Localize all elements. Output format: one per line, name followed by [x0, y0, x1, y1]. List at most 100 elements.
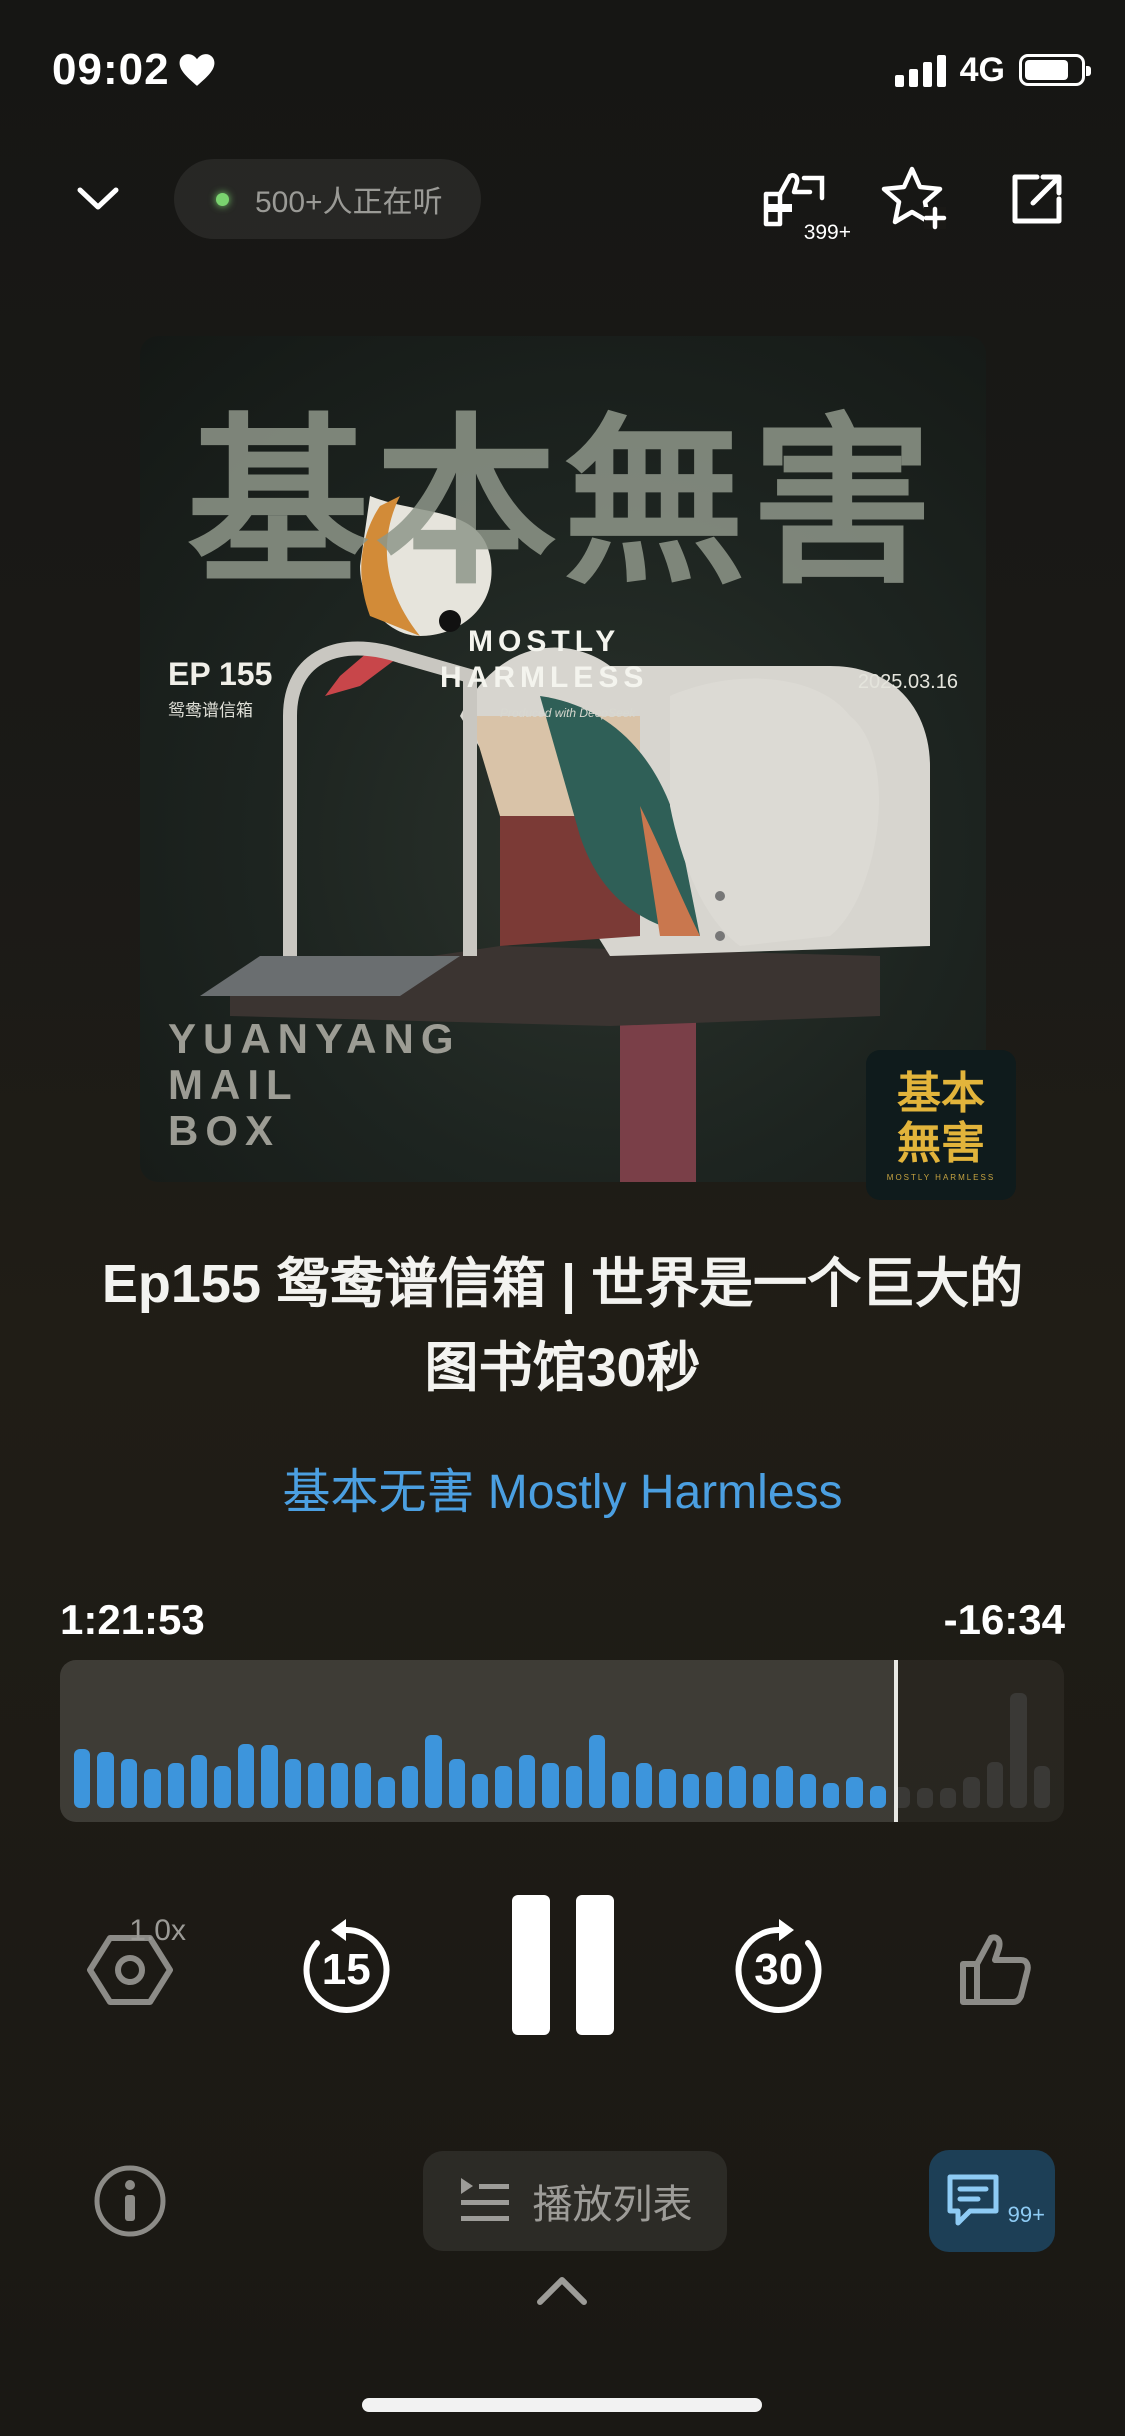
collapse-button[interactable]: [60, 161, 136, 237]
waveform-bar: [729, 1766, 746, 1808]
waveform-bar: [284, 1759, 302, 1808]
logo-line-1: 基本: [897, 1067, 985, 1119]
waveform-bar: [916, 1788, 934, 1808]
rewind-seconds: 15: [321, 1945, 371, 1994]
pause-bar-right: [575, 1895, 614, 2035]
battery-level: [1025, 60, 1069, 80]
pause-bar-left: [511, 1895, 550, 2035]
logo-line-2: 無害: [897, 1117, 985, 1169]
waveform-bar: [144, 1768, 161, 1808]
brand-line-2: HARMLESS: [440, 661, 649, 694]
waveform-bar: [1010, 1693, 1027, 1808]
comments-button[interactable]: 99+: [929, 2150, 1055, 2252]
comment-icon: [947, 2174, 999, 2226]
waveform-bar: [214, 1766, 231, 1808]
share-button[interactable]: [999, 161, 1075, 237]
podcast-name-link[interactable]: 基本无害 Mostly Harmless: [0, 1452, 1125, 1522]
info-icon: [94, 2165, 166, 2237]
waveform-bar: [261, 1745, 278, 1808]
caption-line-3: BOX: [168, 1107, 281, 1154]
status-time: 09:02: [52, 45, 216, 95]
waveform-bar: [588, 1735, 606, 1808]
rewind-button[interactable]: 15: [276, 1900, 416, 2040]
forward-button[interactable]: 30: [709, 1900, 849, 2040]
status-bar: 09:02 4G: [52, 40, 1091, 100]
info-button[interactable]: [90, 2161, 170, 2241]
waveform-bar: [963, 1777, 980, 1808]
speed-button[interactable]: 1.0x: [60, 1900, 200, 2040]
waveform-bar: [612, 1771, 629, 1808]
waveform-bar: [74, 1749, 91, 1808]
artwork-date: 2025.03.16: [857, 671, 958, 693]
playlist-icon: [460, 2178, 509, 2221]
playlist-label: 播放列表: [532, 2183, 693, 2227]
waveform-bar: [752, 1774, 770, 1808]
playlist-button[interactable]: 播放列表: [422, 2151, 727, 2251]
waveform-bar: [97, 1752, 114, 1808]
waveform-bar: [776, 1766, 793, 1808]
waveform-bar: [986, 1761, 1004, 1808]
waveform-bar: [448, 1759, 465, 1808]
waveform-bar: [331, 1763, 348, 1808]
waveform-bar: [659, 1768, 676, 1808]
pause-button[interactable]: [493, 1895, 633, 2045]
elapsed-time: 1:21:53: [60, 1596, 205, 1643]
bottom-bar: 播放列表 99+: [90, 2150, 1055, 2252]
playhead[interactable]: [894, 1660, 899, 1822]
heart-icon: [179, 54, 214, 86]
waveform-bar: [518, 1754, 536, 1808]
artwork-title: 基本無害: [187, 395, 939, 609]
episode-title: Ep155 鸳鸯谱信箱 | 世界是一个巨大的图书馆30秒: [101, 1254, 1024, 1398]
waveform-bar: [308, 1763, 325, 1808]
waveform-bar: [799, 1774, 816, 1808]
waveform-bar: [565, 1766, 582, 1808]
chevron-down-icon: [77, 187, 119, 210]
waveform-bar: [120, 1759, 138, 1808]
like-button[interactable]: [925, 1900, 1065, 2040]
waveform-bar: [167, 1763, 185, 1808]
waveform-bar: [471, 1774, 489, 1808]
comments-count: 99+: [1007, 2202, 1045, 2227]
chevron-up-icon[interactable]: [532, 2272, 592, 2308]
waveform-bar: [682, 1774, 699, 1808]
podcast-logo: 基本 無害 MOSTLY HARMLESS: [866, 1050, 1016, 1200]
waveform-bar: [237, 1743, 255, 1808]
favorite-button[interactable]: [877, 161, 953, 237]
waveform-bar: [542, 1763, 559, 1808]
share-count-badge: 399+: [803, 221, 851, 244]
waveform-bar: [940, 1788, 957, 1808]
remaining-time: -16:34: [943, 1596, 1065, 1643]
cellular-signal-icon: [894, 53, 946, 87]
waveform-bar: [495, 1766, 512, 1808]
artwork-brand: MOSTLY HARMLESS: [440, 624, 648, 696]
artwork-episode-number: EP 155: [168, 656, 273, 692]
playback-controls: 1.0x 15 30: [60, 1895, 1065, 2040]
waveform-bar: [378, 1777, 395, 1808]
artwork-episode-subtitle: 鸳鸯谱信箱: [168, 701, 253, 720]
waveform-bar: [846, 1777, 863, 1808]
clock: 09:02: [52, 45, 170, 94]
brand-line-1: MOSTLY: [468, 625, 621, 658]
share-external-icon: [1012, 174, 1062, 224]
listeners-pill[interactable]: 500+人正在听: [174, 159, 481, 239]
waveform-bar: [1033, 1766, 1051, 1808]
artwork-brand-sub: Produced with DeepSeek: [500, 706, 636, 720]
episode-artwork: 基本無害 EP 155 鸳鸯谱信箱 MOSTLY HARMLESS Produc…: [140, 336, 986, 1182]
listeners-text: 500+人正在听: [255, 186, 443, 219]
share-count-button[interactable]: 399+: [755, 161, 851, 244]
waveform-bar: [635, 1763, 653, 1808]
waveform-bar: [401, 1766, 419, 1808]
thumbs-up-icon: [960, 1934, 1031, 2005]
waveform-bar: [823, 1782, 840, 1808]
network-type: 4G: [959, 50, 1005, 89]
time-row: 1:21:53 -16:34: [60, 1596, 1065, 1644]
waveform-bar: [354, 1763, 372, 1808]
waveform-bar: [705, 1771, 723, 1808]
logo-sub: MOSTLY HARMLESS: [886, 1172, 996, 1182]
caption-line-2: MAIL: [168, 1061, 299, 1108]
forward-seconds: 30: [754, 1945, 804, 1994]
home-indicator[interactable]: [362, 2398, 762, 2412]
waveform-bars: [74, 1668, 1051, 1808]
live-dot-icon: [216, 192, 229, 206]
waveform-scrubber[interactable]: [60, 1660, 1064, 1822]
